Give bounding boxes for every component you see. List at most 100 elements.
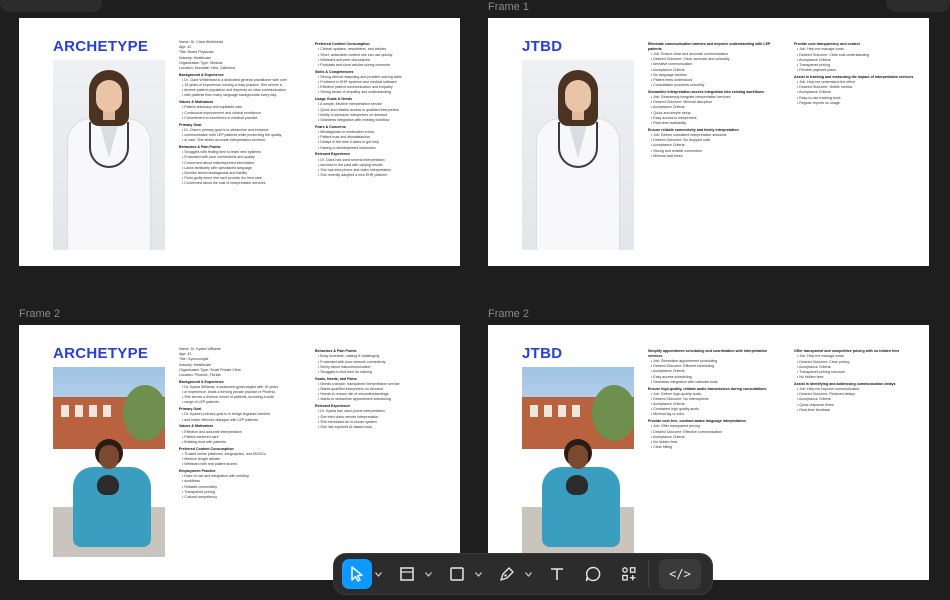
section-line: • Acceptance Criteria: xyxy=(651,369,686,374)
frame-jtbd-doctor[interactable]: JTBD Eliminate communication barriers an… xyxy=(488,18,929,266)
section-heading: Primary Goal xyxy=(179,407,202,412)
profile-line: Title: Gynecologist xyxy=(179,357,209,362)
details-column: Preferred Content Consumption • Clinical … xyxy=(315,40,445,256)
section-line: • Misdiagnosis or medication errors xyxy=(318,129,374,134)
section-line: • Clear billing xyxy=(651,445,673,450)
chevron-down-icon xyxy=(374,571,382,577)
section-line: • Worry about miscommunication xyxy=(318,364,371,369)
frame-archetype-doctor[interactable]: ARCHETYPE Name: Dr. Clara Whitehead Age: … xyxy=(19,18,460,266)
section-line: • She recently adopted a new EHR platfor… xyxy=(318,173,388,178)
section-heading: Provide cost transparency and control xyxy=(794,42,860,47)
toolbar-divider xyxy=(648,561,649,587)
section-line: • Consultation proceeds smoothly xyxy=(651,83,705,88)
section-line: • services in the past with varying resu… xyxy=(318,162,383,167)
move-tool-button[interactable] xyxy=(342,559,372,589)
section-line: • Job: Help me understand the effect xyxy=(797,80,856,85)
shape-tool-dropdown[interactable] xyxy=(472,559,484,589)
section-line: • 15 years of experience running a busy … xyxy=(182,83,282,88)
section-line: • Job: Streamline appointment scheduling xyxy=(651,358,718,363)
section-line: • Needs to reduce risk of misunderstandi… xyxy=(318,392,389,397)
pen-tool-button[interactable] xyxy=(492,559,522,589)
section-line: • of care. She seeks accurate interpreta… xyxy=(182,138,266,143)
section-line: • Job: Help me improve communication xyxy=(797,387,860,392)
section-heading: Preferred Content Consumption xyxy=(179,446,234,451)
section-heading: Behaviors & Pain Points xyxy=(179,144,221,149)
section-line: • Wants qualified interpreters on demand xyxy=(318,387,383,392)
section-line: • Dr. Clara's primary goal is to streaml… xyxy=(182,127,269,132)
pen-icon xyxy=(500,567,514,581)
section-line: • No hidden fees xyxy=(651,439,678,444)
section-line: • Desired Outcome: Reduced delays xyxy=(797,392,855,397)
section-line: • Patient trust and dissatisfaction xyxy=(318,135,370,140)
frame-label-2[interactable]: Frame 2 xyxy=(19,308,60,320)
comment-tool-button[interactable] xyxy=(578,559,608,589)
section-line: • Delays in the time it takes to get hel… xyxy=(318,140,379,145)
text-tool-button[interactable] xyxy=(542,559,572,589)
pen-tool-dropdown[interactable] xyxy=(522,559,534,589)
section-line: • Dr. Clara Whitehead is a dedicated gen… xyxy=(182,77,287,82)
chevron-down-icon xyxy=(474,571,482,577)
cursor-icon xyxy=(351,566,363,582)
section-line: • Easy access to interpreters xyxy=(651,115,697,120)
section-line: • Webinars and peer discussions xyxy=(318,57,371,62)
jtbd-title: JTBD xyxy=(522,38,563,55)
section-line: • Job: Help me manage costs xyxy=(797,354,844,359)
section-line: • Worries about misdiagnosis and liabili… xyxy=(182,170,248,175)
section-line: • Quick and simple setup xyxy=(651,110,691,115)
frame-tool-button[interactable] xyxy=(392,559,422,589)
section-heading: Background & Experience xyxy=(179,379,224,384)
nurse-photo xyxy=(53,367,165,557)
section-line: • Real-time feedback xyxy=(797,407,831,412)
section-line: • Needs a simple, transparent interpreta… xyxy=(318,381,400,386)
section-line: • Strong sense of empathy and understand… xyxy=(318,90,391,95)
section-line: • Desired Outcome: No interruptions xyxy=(651,396,709,401)
actions-tool-button[interactable] xyxy=(614,559,644,589)
section-heading: Behaviors & Pain Points xyxy=(315,349,357,354)
section-line: • Acceptance Criteria: xyxy=(797,57,832,62)
profile-line: Age: 42 xyxy=(179,45,192,50)
jobs-column-1: Eliminate communication barriers and imp… xyxy=(648,40,780,256)
profile-line: Location: Phoenix, Florida xyxy=(179,372,221,377)
section-line: • diverse patient population and depends… xyxy=(182,88,286,93)
section-line: • Patient feels understood xyxy=(651,77,693,82)
section-line: • Struggles to find time for training xyxy=(318,369,372,374)
chevron-down-icon xyxy=(524,571,532,577)
section-line: • Short, actionable content she can use … xyxy=(318,52,393,57)
section-heading: Values & Motivators xyxy=(179,424,214,429)
profile-line: Organization Type: Medical xyxy=(179,60,223,65)
section-line: • Desired Outcome: Clear cost understand… xyxy=(797,52,870,57)
section-heading: Values & Motivators xyxy=(179,100,214,105)
section-line: • Seamless integration with existing wor… xyxy=(318,118,390,122)
section-line: • Concerned about misinterpreted informa… xyxy=(182,160,255,165)
bottom-toolbar: </> xyxy=(333,553,713,595)
frame-archetype-nurse[interactable]: ARCHETYPE Name: Dr. Kyaira Williams Age: … xyxy=(19,325,460,580)
text-icon xyxy=(551,568,563,580)
section-line: • Transparent pricing xyxy=(797,62,831,67)
section-line: • Having a misinterpreted instruction xyxy=(318,145,376,150)
section-line: • Job: Ensure clear and accurate communi… xyxy=(651,51,729,56)
frame-label-3[interactable]: Frame 2 xyxy=(488,308,529,320)
section-heading: Streamline interpretation access integra… xyxy=(648,89,764,94)
chevron-down-icon xyxy=(424,571,432,577)
actions-grid-icon xyxy=(622,567,636,581)
section-heading: Employment Practice xyxy=(179,469,216,474)
section-line: • Patient advocacy and equitable care xyxy=(182,105,243,110)
section-line: • A simple, intuitive interpretation ser… xyxy=(318,102,383,107)
frame-label-1[interactable]: Frame 1 xyxy=(488,1,529,13)
section-line: • Acceptance Criteria: xyxy=(651,67,686,72)
section-line: • Dr. Clara has used several interpretat… xyxy=(318,157,385,162)
section-line: • Effective and accurate interpretation xyxy=(182,429,242,434)
profile-line: Name: Dr. Clara Whitehead xyxy=(179,40,223,44)
section-line: • Desired Outcome: Visible metrics xyxy=(797,85,853,90)
dev-mode-toggle[interactable]: </> xyxy=(659,559,701,589)
frame-jtbd-nurse[interactable]: JTBD Simplify appointment scheduling and… xyxy=(488,325,929,580)
section-line: • Transparent pricing structure xyxy=(797,369,845,374)
frame-tool-dropdown[interactable] xyxy=(422,559,434,589)
section-line: • Lacks familiarity with specialized lan… xyxy=(182,165,252,170)
section-line: • She introduced an in-house system xyxy=(318,419,377,424)
comment-icon xyxy=(585,566,601,582)
section-line: • Easy access scheduling xyxy=(651,374,692,379)
shape-tool-button[interactable] xyxy=(442,559,472,589)
move-tool-dropdown[interactable] xyxy=(372,559,384,589)
section-line: • Seamless integration with calendar too… xyxy=(651,379,718,384)
